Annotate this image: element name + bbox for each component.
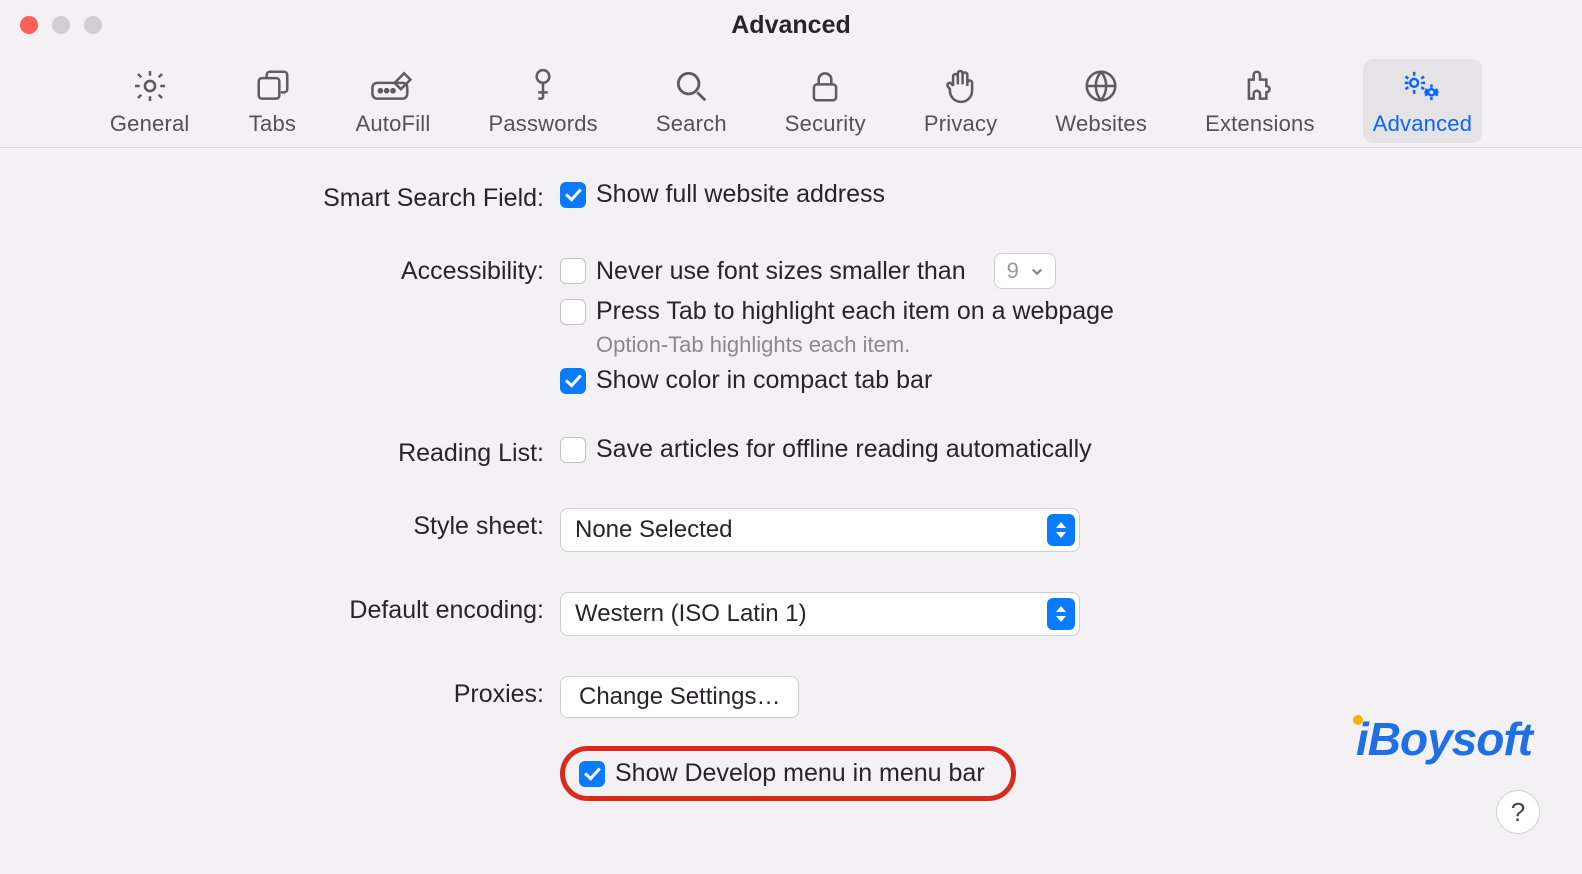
content-area: Smart Search Field: Show full website ad… (0, 148, 1582, 801)
tab-label: General (110, 111, 190, 137)
tab-tabs[interactable]: Tabs (238, 59, 308, 143)
tab-extensions[interactable]: Extensions (1195, 59, 1325, 143)
tab-label: Search (656, 111, 727, 137)
default-encoding-popup[interactable]: Western (ISO Latin 1) (560, 592, 1080, 636)
reading-list-label: Reading List: (0, 435, 560, 468)
tab-label: Privacy (924, 111, 998, 137)
tab-general[interactable]: General (100, 59, 200, 143)
show-color-checkbox[interactable] (560, 368, 586, 394)
proxies-label: Proxies: (0, 676, 560, 709)
tab-passwords[interactable]: Passwords (478, 59, 607, 143)
show-color-label: Show color in compact tab bar (596, 366, 932, 395)
tabs-icon (254, 67, 292, 105)
window-title: Advanced (731, 11, 850, 40)
tab-advanced[interactable]: Advanced (1363, 59, 1482, 143)
change-settings-button[interactable]: Change Settings… (560, 676, 799, 718)
style-sheet-value: None Selected (575, 516, 732, 544)
tab-search[interactable]: Search (646, 59, 737, 143)
save-offline-label: Save articles for offline reading automa… (596, 435, 1092, 464)
show-full-address-label: Show full website address (596, 180, 885, 209)
updown-arrows-icon (1047, 514, 1075, 546)
preferences-toolbar: General Tabs AutoFill Passwords Search S… (0, 50, 1582, 148)
tab-autofill[interactable]: AutoFill (346, 59, 441, 143)
tab-security[interactable]: Security (775, 59, 876, 143)
globe-icon (1082, 67, 1120, 105)
tab-label: Websites (1055, 111, 1147, 137)
hand-icon (942, 67, 980, 105)
smart-search-label: Smart Search Field: (0, 180, 560, 213)
tab-websites[interactable]: Websites (1045, 59, 1157, 143)
tab-label: Tabs (249, 111, 296, 137)
updown-arrows-icon (1047, 598, 1075, 630)
style-sheet-label: Style sheet: (0, 508, 560, 541)
style-sheet-popup[interactable]: None Selected (560, 508, 1080, 552)
font-size-select[interactable]: 9 (994, 253, 1056, 289)
key-icon (524, 67, 562, 105)
pencil-field-icon (369, 67, 417, 105)
never-font-smaller-checkbox[interactable] (560, 258, 586, 284)
titlebar: Advanced (0, 0, 1582, 50)
search-icon (672, 67, 710, 105)
chevron-down-icon (1027, 261, 1047, 281)
save-offline-checkbox[interactable] (560, 437, 586, 463)
window-controls (20, 16, 102, 34)
show-develop-label: Show Develop menu in menu bar (615, 759, 985, 788)
tab-label: Advanced (1373, 111, 1472, 137)
tab-label: Extensions (1205, 111, 1315, 137)
press-tab-checkbox[interactable] (560, 299, 586, 325)
maximize-button[interactable] (84, 16, 102, 34)
tab-privacy[interactable]: Privacy (914, 59, 1008, 143)
font-size-value: 9 (1007, 258, 1019, 284)
option-tab-hint: Option-Tab highlights each item. (596, 332, 1114, 358)
default-encoding-label: Default encoding: (0, 592, 560, 625)
press-tab-label: Press Tab to highlight each item on a we… (596, 297, 1114, 326)
tab-label: AutoFill (356, 111, 431, 137)
show-develop-checkbox[interactable] (579, 761, 605, 787)
change-settings-label: Change Settings… (579, 683, 780, 711)
lock-icon (806, 67, 844, 105)
tab-label: Security (785, 111, 866, 137)
gears-icon (1400, 67, 1444, 105)
default-encoding-value: Western (ISO Latin 1) (575, 600, 807, 628)
minimize-button[interactable] (52, 16, 70, 34)
annotation-highlight: Show Develop menu in menu bar (560, 746, 1016, 801)
watermark-logo: iBoysoft (1346, 712, 1532, 766)
help-icon: ? (1511, 797, 1525, 828)
tab-label: Passwords (488, 111, 597, 137)
accessibility-label: Accessibility: (0, 253, 560, 286)
gear-icon (131, 67, 169, 105)
close-button[interactable] (20, 16, 38, 34)
show-full-address-checkbox[interactable] (560, 182, 586, 208)
puzzle-icon (1241, 67, 1279, 105)
help-button[interactable]: ? (1496, 790, 1540, 834)
never-font-smaller-label: Never use font sizes smaller than (596, 257, 966, 286)
